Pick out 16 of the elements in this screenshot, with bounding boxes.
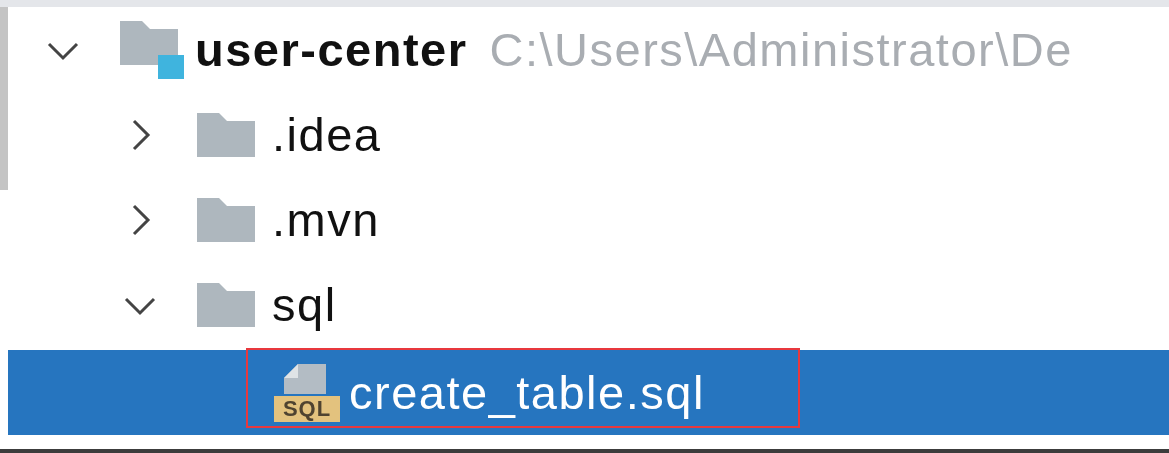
tree-row[interactable]: .mvn	[8, 177, 1169, 262]
node-label: .idea	[272, 107, 382, 162]
tree-row[interactable]: .idea	[8, 92, 1169, 177]
scrollbar[interactable]	[0, 7, 8, 190]
folder-icon	[197, 112, 255, 157]
tree-row[interactable]: SQL create_table.sql	[8, 350, 1169, 435]
node-label: create_table.sql	[349, 365, 705, 420]
module-folder-icon	[120, 20, 186, 79]
folder-icon	[197, 197, 255, 242]
node-label: .mvn	[272, 192, 380, 247]
project-path: C:\Users\Administrator\De	[489, 22, 1073, 77]
folder-icon	[197, 282, 255, 327]
tree-row[interactable]: user-center C:\Users\Administrator\De	[8, 7, 1169, 92]
node-label: user-center	[195, 22, 468, 77]
node-label: sql	[272, 277, 337, 332]
tree-row[interactable]: sql	[8, 262, 1169, 347]
